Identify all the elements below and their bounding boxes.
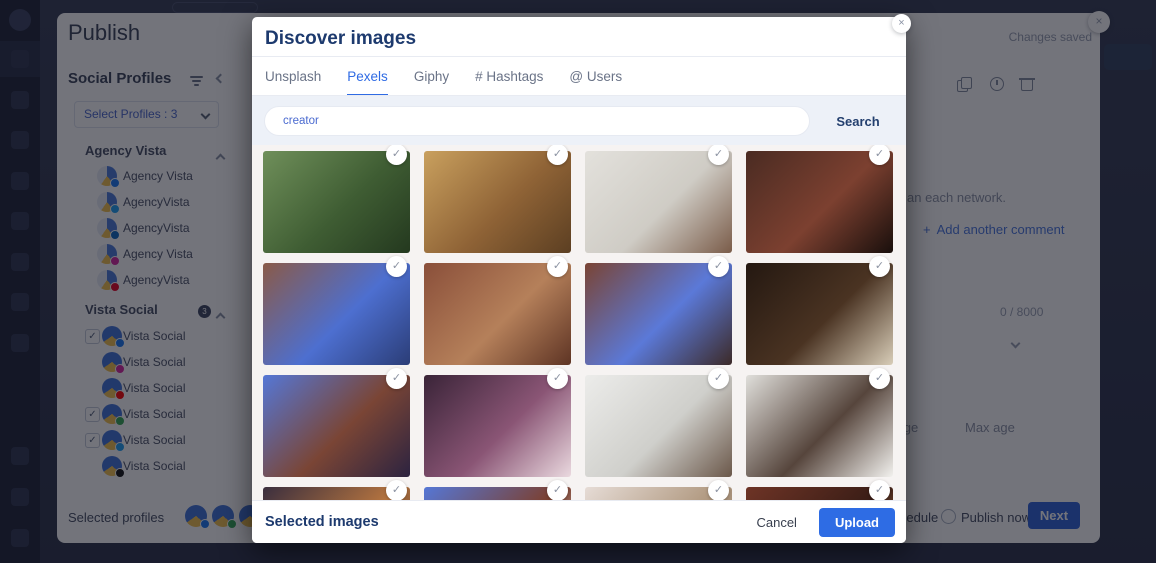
photo-result-partial-photo-3[interactable]: ✓ <box>585 487 732 500</box>
modal-footer: Selected images Cancel Upload <box>252 500 906 543</box>
modal-tabs: Unsplash Pexels Giphy # Hashtags @ Users <box>265 56 622 96</box>
select-check-icon[interactable]: ✓ <box>386 145 407 165</box>
select-check-icon[interactable]: ✓ <box>547 368 568 389</box>
select-check-icon[interactable]: ✓ <box>708 145 729 165</box>
select-check-icon[interactable]: ✓ <box>869 145 890 165</box>
select-check-icon[interactable]: ✓ <box>547 256 568 277</box>
upload-button[interactable]: Upload <box>819 508 895 537</box>
tab-pexels[interactable]: Pexels <box>347 69 388 96</box>
photo-result-artist-painting-at-easel[interactable]: ✓ <box>424 151 571 253</box>
photo-result-hand-adjusting-phone-ring-light[interactable]: ✓ <box>424 375 571 477</box>
cancel-button[interactable]: Cancel <box>750 514 802 531</box>
select-check-icon[interactable]: ✓ <box>547 145 568 165</box>
modal-title: Discover images <box>265 28 416 50</box>
photo-result-vlogger-hands-on-head-ring-light[interactable]: ✓ <box>585 263 732 365</box>
select-check-icon[interactable]: ✓ <box>386 368 407 389</box>
select-check-icon[interactable]: ✓ <box>386 480 407 500</box>
photo-result-ring-light-phone-dark-studio[interactable]: ✓ <box>746 263 893 365</box>
photo-result-partial-photo-1[interactable]: ✓ <box>263 487 410 500</box>
photo-result-selfie-ring-light-brick-room[interactable]: ✓ <box>746 151 893 253</box>
select-check-icon[interactable]: ✓ <box>708 368 729 389</box>
select-check-icon[interactable]: ✓ <box>869 480 890 500</box>
select-check-icon[interactable]: ✓ <box>386 256 407 277</box>
image-results-grid: ✓✓✓✓✓✓✓✓✓✓✓✓✓✓✓✓ <box>252 145 906 500</box>
tab-hashtags[interactable]: # Hashtags <box>475 69 543 96</box>
select-check-icon[interactable]: ✓ <box>708 256 729 277</box>
select-check-icon[interactable]: ✓ <box>708 480 729 500</box>
search-button[interactable]: Search <box>818 106 898 136</box>
select-check-icon[interactable]: ✓ <box>869 368 890 389</box>
photo-result-vlogger-blue-shirt-phone-closeup[interactable]: ✓ <box>263 263 410 365</box>
photo-result-partial-photo-2[interactable]: ✓ <box>424 487 571 500</box>
app-root: Publish Social Profiles Select Profiles … <box>0 0 1156 563</box>
select-check-icon[interactable]: ✓ <box>547 480 568 500</box>
photo-result-man-headphones-working-laptop[interactable]: ✓ <box>746 375 893 477</box>
tab-users[interactable]: @ Users <box>569 69 622 96</box>
close-icon[interactable]: × <box>892 14 911 33</box>
photo-result-woman-curly-hair-white-top[interactable]: ✓ <box>585 151 732 253</box>
photo-result-vlogger-blue-outfit-neon-chair[interactable]: ✓ <box>263 375 410 477</box>
tab-unsplash[interactable]: Unsplash <box>265 69 321 96</box>
selected-images-label: Selected images <box>265 514 379 530</box>
select-check-icon[interactable]: ✓ <box>869 256 890 277</box>
photo-result-creator-photographing-in-forest[interactable]: ✓ <box>263 151 410 253</box>
photo-result-creators-working-desk-monitors[interactable]: ✓ <box>585 375 732 477</box>
photo-result-vlogger-armchair-brick-neon-studio[interactable]: ✓ <box>424 263 571 365</box>
photo-result-partial-photo-4[interactable]: ✓ <box>746 487 893 500</box>
tab-giphy[interactable]: Giphy <box>414 69 449 96</box>
discover-images-modal: Discover images × UnsplashPexelsGiphy# H… <box>252 17 906 543</box>
search-input[interactable] <box>264 106 810 136</box>
search-bar: Search <box>252 96 906 145</box>
